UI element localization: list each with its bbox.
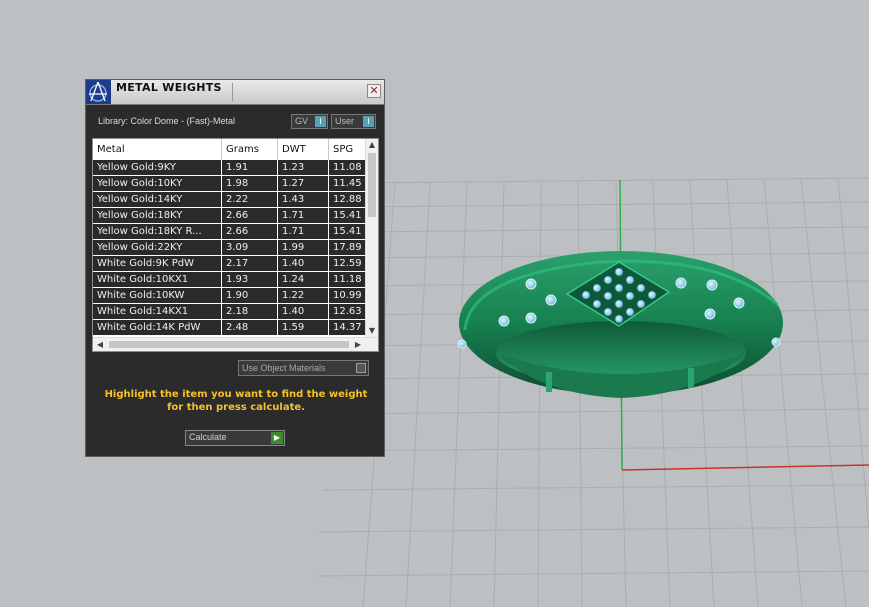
column-header-spg[interactable]: SPG (329, 139, 369, 160)
cell-dwt: 1.43 (278, 192, 329, 207)
cell-spg: 14.37 (329, 320, 369, 335)
cell-grams: 2.17 (222, 256, 278, 271)
cell-metal: White Gold:9K PdW (93, 256, 222, 271)
cell-dwt: 1.40 (278, 304, 329, 319)
cell-grams: 1.93 (222, 272, 278, 287)
cell-grams: 3.09 (222, 240, 278, 255)
cell-spg: 12.59 (329, 256, 369, 271)
calculate-button[interactable]: Calculate ▶ (185, 430, 285, 446)
user-toggle[interactable]: User I (331, 114, 376, 129)
cell-metal: Yellow Gold:18KY (93, 208, 222, 223)
cell-metal: White Gold:14K PdW (93, 320, 222, 335)
panel-title: METAL WEIGHTS (116, 81, 222, 94)
panel-titlebar[interactable]: METAL WEIGHTS ✕ (86, 80, 384, 105)
horizontal-scrollbar[interactable]: ◀ ▶ (93, 337, 378, 351)
table-header: Metal Grams DWT SPG (93, 139, 369, 160)
cell-grams: 2.48 (222, 320, 278, 335)
gv-toggle[interactable]: GV I (291, 114, 328, 129)
cell-grams: 1.98 (222, 176, 278, 191)
table-row[interactable]: White Gold:10KX1 1.93 1.24 11.18 (93, 272, 369, 288)
cell-spg: 17.89 (329, 240, 369, 255)
table-row[interactable]: Yellow Gold:10KY 1.98 1.27 11.45 (93, 176, 369, 192)
cell-grams: 2.18 (222, 304, 278, 319)
gv-toggle-switch-icon[interactable]: I (315, 116, 326, 127)
user-toggle-switch-icon[interactable]: I (363, 116, 374, 127)
cell-dwt: 1.22 (278, 288, 329, 303)
cell-spg: 11.45 (329, 176, 369, 191)
cell-metal: Yellow Gold:14KY (93, 192, 222, 207)
use-object-materials-label: Use Object Materials (242, 363, 326, 373)
table-row[interactable]: Yellow Gold:18KY 2.66 1.71 15.41 (93, 208, 369, 224)
vertical-scroll-thumb[interactable] (368, 153, 376, 217)
cell-metal: Yellow Gold:18KY R... (93, 224, 222, 239)
cell-metal: White Gold:14KX1 (93, 304, 222, 319)
titlebar-divider (232, 83, 233, 101)
cell-dwt: 1.71 (278, 208, 329, 223)
table-row[interactable]: Yellow Gold:22KY 3.09 1.99 17.89 (93, 240, 369, 256)
caliper-logo-icon (86, 80, 111, 104)
cell-spg: 15.41 (329, 224, 369, 239)
cell-spg: 11.08 (329, 160, 369, 175)
user-toggle-label: User (335, 116, 355, 126)
instructions-text: Highlight the item you want to find the … (104, 389, 368, 413)
library-label: Library: Color Dome - (Fast)-Metal (98, 116, 236, 126)
cell-metal: White Gold:10KX1 (93, 272, 222, 287)
cell-dwt: 1.23 (278, 160, 329, 175)
table-row[interactable]: White Gold:10KW 1.90 1.22 10.99 (93, 288, 369, 304)
column-header-grams[interactable]: Grams (222, 139, 278, 160)
cell-dwt: 1.40 (278, 256, 329, 271)
gv-toggle-label: GV (295, 116, 309, 126)
cell-spg: 10.99 (329, 288, 369, 303)
metal-table[interactable]: Metal Grams DWT SPG Yellow Gold:9KY 1.91 1… (92, 138, 379, 352)
cell-grams: 2.66 (222, 224, 278, 239)
column-header-metal[interactable]: Metal (93, 139, 222, 160)
cell-dwt: 1.71 (278, 224, 329, 239)
cell-spg: 15.41 (329, 208, 369, 223)
table-row[interactable]: White Gold:14K PdW 2.48 1.59 14.37 (93, 320, 369, 336)
column-header-dwt[interactable]: DWT (278, 139, 329, 160)
scroll-left-icon[interactable]: ◀ (93, 338, 107, 351)
cell-spg: 12.63 (329, 304, 369, 319)
use-object-materials-checkbox[interactable] (356, 363, 366, 373)
cell-metal: Yellow Gold:22KY (93, 240, 222, 255)
cell-dwt: 1.99 (278, 240, 329, 255)
metal-weights-panel: METAL WEIGHTS ✕ Library: Color Dome - (F… (85, 79, 385, 457)
table-row[interactable]: White Gold:9K PdW 2.17 1.40 12.59 (93, 256, 369, 272)
table-row[interactable]: Yellow Gold:18KY R... 2.66 1.71 15.41 (93, 224, 369, 240)
scroll-down-icon[interactable]: ▼ (366, 325, 378, 337)
cell-grams: 2.66 (222, 208, 278, 223)
scroll-right-icon[interactable]: ▶ (351, 338, 365, 351)
close-icon[interactable]: ✕ (367, 84, 381, 98)
table-row[interactable]: Yellow Gold:9KY 1.91 1.23 11.08 (93, 160, 369, 176)
cell-grams: 2.22 (222, 192, 278, 207)
cell-metal: White Gold:10KW (93, 288, 222, 303)
table-row[interactable]: Yellow Gold:14KY 2.22 1.43 12.88 (93, 192, 369, 208)
use-object-materials-toggle[interactable]: Use Object Materials (238, 360, 369, 376)
scroll-up-icon[interactable]: ▲ (366, 139, 378, 151)
calculate-button-label: Calculate (189, 432, 227, 442)
cell-metal: Yellow Gold:9KY (93, 160, 222, 175)
cell-grams: 1.90 (222, 288, 278, 303)
cell-dwt: 1.27 (278, 176, 329, 191)
cell-dwt: 1.59 (278, 320, 329, 335)
cell-grams: 1.91 (222, 160, 278, 175)
horizontal-scroll-thumb[interactable] (109, 341, 349, 348)
cell-spg: 11.18 (329, 272, 369, 287)
cell-dwt: 1.24 (278, 272, 329, 287)
play-arrow-icon[interactable]: ▶ (271, 432, 283, 444)
vertical-scrollbar[interactable]: ▲ ▼ (365, 139, 378, 337)
cell-metal: Yellow Gold:10KY (93, 176, 222, 191)
ring-model[interactable] (457, 251, 783, 398)
cell-spg: 12.88 (329, 192, 369, 207)
table-row[interactable]: White Gold:14KX1 2.18 1.40 12.63 (93, 304, 369, 320)
